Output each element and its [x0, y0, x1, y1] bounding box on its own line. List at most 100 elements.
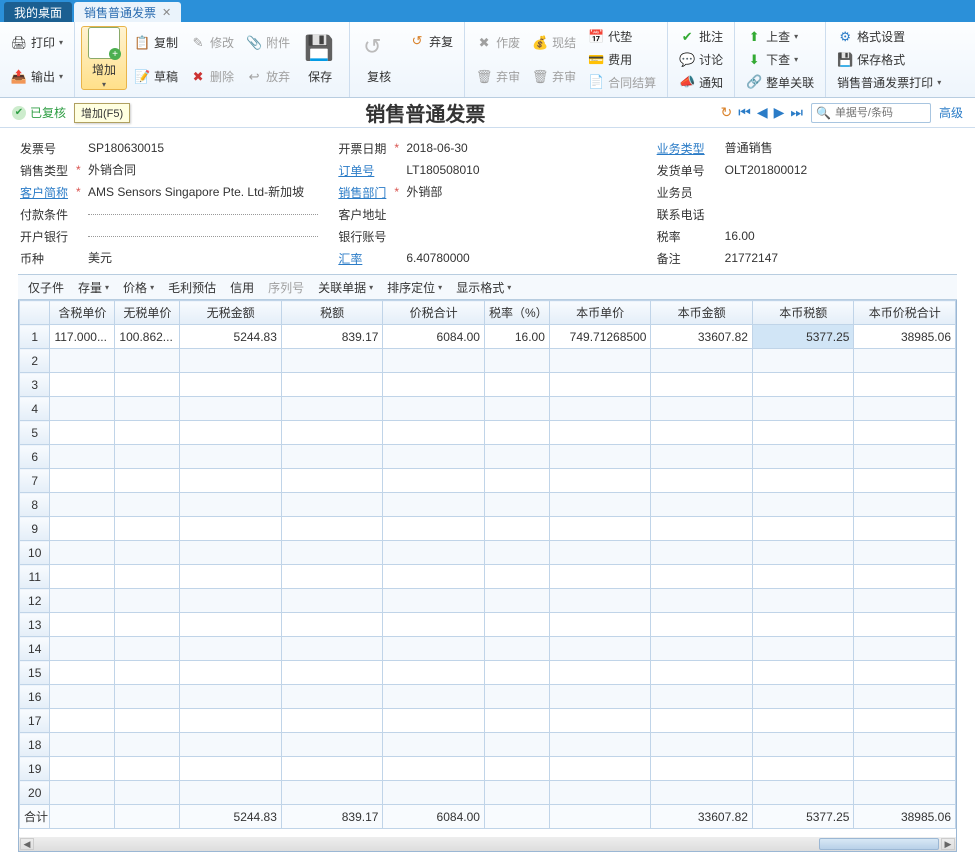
credit-button[interactable]: 信用 [230, 279, 254, 296]
format-button[interactable]: 格式设置 [832, 26, 946, 48]
customer-value[interactable]: AMS Sensors Singapore Pte. Ltd-新加坡 [88, 183, 318, 201]
copy-button[interactable]: 复制 [129, 32, 183, 54]
remark-value[interactable]: 21772147 [725, 251, 955, 266]
table-row[interactable]: 4 [20, 397, 956, 421]
save-format-button[interactable]: 保存格式 [832, 49, 946, 71]
next-icon[interactable]: ▶ [774, 104, 785, 121]
cash-button[interactable]: 现结 [527, 32, 581, 54]
table-row[interactable]: 20 [20, 781, 956, 805]
table-row[interactable]: 8 [20, 493, 956, 517]
addr-value[interactable] [406, 214, 636, 215]
scroll-left-icon[interactable]: ◀ [20, 838, 34, 850]
print-invoice-button[interactable]: 销售普通发票打印▾ [832, 71, 946, 93]
table-row[interactable]: 18 [20, 733, 956, 757]
stock-button[interactable]: 存量▾ [78, 279, 109, 296]
print-button[interactable]: 打印▾ [6, 32, 68, 54]
pay-terms-value[interactable] [88, 214, 318, 215]
order-label[interactable]: 订单号 [338, 162, 394, 179]
last-icon[interactable]: ⏭ [790, 104, 803, 121]
down-button[interactable]: 下查▾ [741, 49, 819, 71]
th-1[interactable]: 无税单价 [115, 301, 180, 325]
abandon2-button[interactable]: 弃审 [527, 66, 581, 88]
void-button[interactable]: 作废 [471, 32, 525, 54]
draft-button[interactable]: 草稿 [129, 66, 183, 88]
th-9[interactable]: 本币价税合计 [854, 301, 956, 325]
sort-button[interactable]: 排序定位▾ [387, 279, 442, 296]
up-button[interactable]: 上查▾ [741, 26, 819, 48]
close-icon[interactable]: ✕ [162, 6, 171, 19]
dept-label[interactable]: 销售部门 [338, 184, 394, 201]
serial-button[interactable]: 序列号 [268, 279, 304, 296]
advance-button[interactable]: 代垫 [583, 26, 661, 48]
search-box[interactable]: 🔍 [811, 103, 931, 123]
bank-value[interactable] [88, 236, 318, 237]
customer-label[interactable]: 客户简称 [20, 184, 76, 201]
table-row[interactable]: 2 [20, 349, 956, 373]
sales-value[interactable] [725, 192, 955, 193]
table-row[interactable]: 15 [20, 661, 956, 685]
export-button[interactable]: 输出▾ [6, 66, 68, 88]
profit-button[interactable]: 毛利预估 [168, 279, 216, 296]
first-icon[interactable]: ⏮ [738, 104, 751, 121]
prev-icon[interactable]: ◀ [757, 104, 768, 121]
table-row[interactable]: 6 [20, 445, 956, 469]
date-value[interactable]: 2018-06-30 [406, 141, 636, 156]
refresh-icon[interactable]: ↻ [720, 104, 732, 121]
th-5[interactable]: 税率（%） [484, 301, 549, 325]
drop-button[interactable]: 放弃 [241, 66, 295, 88]
th-8[interactable]: 本币税额 [752, 301, 854, 325]
child-only-button[interactable]: 仅子件 [28, 279, 64, 296]
table-row[interactable]: 7 [20, 469, 956, 493]
account-value[interactable] [406, 236, 636, 237]
approve-button[interactable]: 批注 [674, 26, 728, 48]
discuss-button[interactable]: 讨论 [674, 49, 728, 71]
table-row[interactable]: 11 [20, 565, 956, 589]
table-row[interactable]: 1117.000...100.862...5244.83839.176084.0… [20, 325, 956, 349]
abandon-button[interactable]: 弃审 [471, 66, 525, 88]
add-button[interactable]: 增加▾ [81, 26, 127, 90]
biztype-label[interactable]: 业务类型 [657, 140, 713, 157]
edit-button[interactable]: 修改 [185, 32, 239, 54]
data-table[interactable]: 含税单价 无税单价 无税金额 税额 价税合计 税率（%） 本币单价 本币金额 本… [19, 300, 956, 829]
th-7[interactable]: 本币金额 [651, 301, 753, 325]
sale-type-value[interactable]: 外销合同 [88, 161, 318, 179]
scroll-thumb[interactable] [819, 838, 939, 850]
related-button[interactable]: 关联单据▾ [318, 279, 373, 296]
table-row[interactable]: 16 [20, 685, 956, 709]
attach-button[interactable]: 附件 [241, 32, 295, 54]
rate-value[interactable]: 6.40780000 [406, 251, 636, 266]
contract-button[interactable]: 合同结算 [583, 71, 661, 93]
currency-value[interactable]: 美元 [88, 249, 318, 267]
th-0[interactable]: 含税单价 [50, 301, 115, 325]
search-input[interactable] [835, 107, 926, 119]
table-row[interactable]: 9 [20, 517, 956, 541]
table-row[interactable]: 19 [20, 757, 956, 781]
th-3[interactable]: 税额 [281, 301, 383, 325]
table-row[interactable]: 5 [20, 421, 956, 445]
tab-sales-invoice[interactable]: 销售普通发票✕ [74, 2, 181, 22]
advanced-link[interactable]: 高级 [939, 104, 963, 121]
dept-value[interactable]: 外销部 [406, 183, 636, 201]
price-button[interactable]: 价格▾ [123, 279, 154, 296]
delete-button[interactable]: 删除 [185, 66, 239, 88]
tab-desktop[interactable]: 我的桌面 [4, 2, 72, 22]
redo-button[interactable]: 弃复 [404, 30, 458, 52]
table-row[interactable]: 10 [20, 541, 956, 565]
phone-value[interactable] [725, 214, 955, 215]
table-row[interactable]: 17 [20, 709, 956, 733]
notify-button[interactable]: 通知 [674, 71, 728, 93]
table-row[interactable]: 3 [20, 373, 956, 397]
table-row[interactable]: 12 [20, 589, 956, 613]
th-6[interactable]: 本币单价 [549, 301, 651, 325]
table-row[interactable]: 13 [20, 613, 956, 637]
rate-label[interactable]: 汇率 [338, 250, 394, 267]
fee-button[interactable]: 费用 [583, 49, 661, 71]
horizontal-scrollbar[interactable]: ◀ ▶ [19, 837, 956, 851]
scroll-right-icon[interactable]: ▶ [941, 838, 955, 850]
th-4[interactable]: 价税合计 [383, 301, 485, 325]
table-row[interactable]: 14 [20, 637, 956, 661]
recheck-button[interactable]: 复核 [356, 28, 402, 92]
tax-value[interactable]: 16.00 [725, 229, 955, 244]
th-2[interactable]: 无税金额 [180, 301, 282, 325]
save-button[interactable]: 保存 [297, 28, 343, 92]
